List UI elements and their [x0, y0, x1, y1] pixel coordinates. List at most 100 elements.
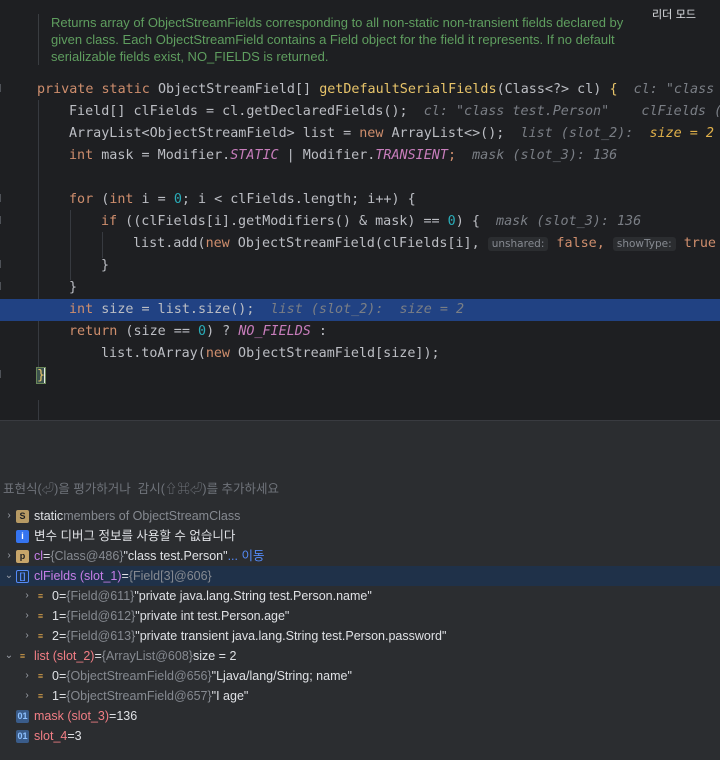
variable-type: {Field@612}: [66, 609, 136, 623]
code-line-if[interactable]: if ((clFields[i].getModifiers() & mask) …: [0, 211, 720, 233]
variable-name: slot_4: [34, 729, 68, 743]
variable-name: clFields (slot_1): [34, 569, 122, 583]
equals-sign: =: [109, 709, 117, 723]
variable-row[interactable]: › ≡ 1 = {Field@612} "private int test.Pers…: [0, 606, 720, 626]
variable-type: {Field@611}: [66, 589, 135, 603]
equals-sign: =: [67, 729, 75, 743]
code-line[interactable]: }: [0, 255, 720, 277]
current-execution-line[interactable]: int size = list.size(); list (slot_2): s…: [0, 299, 720, 321]
variable-value: "private int test.Person.age": [135, 609, 290, 623]
doc-line: Returns array of ObjectStreamFields corr…: [51, 15, 624, 30]
inline-debug-value: list (slot_2): size = 2: [254, 302, 465, 317]
variable-type: {Field[3]@606}: [128, 569, 212, 583]
field-icon: ≡: [37, 631, 44, 641]
variable-row[interactable]: › p cl = {Class@486} "class test.Person" .…: [0, 546, 720, 566]
inline-debug-value: mask (slot_3): 136: [456, 148, 618, 163]
collapse-chevron-icon[interactable]: ⌄: [2, 566, 16, 586]
doc-line: given class. Each ObjectStreamField cont…: [51, 32, 615, 47]
field-icon: ≡: [37, 611, 44, 621]
equals-sign: =: [121, 569, 129, 583]
javadoc-comment: Returns array of ObjectStreamFields corr…: [38, 14, 678, 65]
field-icon: ≡: [37, 671, 44, 681]
code-line[interactable]: }: [0, 277, 720, 299]
variable-row[interactable]: › ≡ 2 = {Field@613} "private transient jav…: [0, 626, 720, 646]
variable-value: "private java.lang.String test.Person.na…: [134, 589, 372, 603]
field-icon: ≡: [37, 691, 44, 701]
variable-type: {ObjectStreamField@656}: [66, 669, 212, 683]
parameter-icon: p: [16, 549, 29, 563]
variable-name: 2: [52, 629, 59, 643]
variable-type: {ArrayList@608}: [101, 649, 193, 663]
variable-value: 3: [74, 729, 82, 743]
code-editor[interactable]: 리더 모드 Returns array of ObjectStreamField…: [0, 0, 720, 420]
variable-row[interactable]: › Sstatic members of ObjectStreamClass: [0, 506, 720, 526]
variable-row[interactable]: ⌄ ≡ list (slot_2) = {ArrayList@608} size =…: [0, 646, 720, 666]
panel-divider[interactable]: [0, 420, 720, 470]
variable-name: mask (slot_3): [34, 709, 110, 723]
variable-name: 0: [52, 589, 59, 603]
variable-name: list (slot_2): [34, 649, 95, 663]
code-line-for[interactable]: for (int i = 0; i < clFields.length; i++…: [0, 189, 720, 211]
code-line[interactable]: list.toArray(new ObjectStreamField[size]…: [0, 343, 720, 365]
variable-name: 변수 디버그 정보를 사용할 수 없습니다: [34, 529, 236, 543]
variable-name: 1: [52, 689, 59, 703]
list-icon: ≡: [19, 651, 26, 661]
text-cursor: [44, 367, 46, 383]
variable-row[interactable]: 01 slot_4 = 3: [0, 726, 720, 746]
expand-chevron-icon[interactable]: ›: [20, 686, 34, 706]
inline-debug-value: cl: "class test.Person" clFields (: [407, 104, 720, 119]
variable-name: static: [34, 509, 64, 523]
doc-line: serializable fields exist, NO_FIELDS is …: [51, 49, 329, 64]
code-line[interactable]: return (size == 0) ? NO_FIELDS :: [0, 321, 720, 343]
navigate-link[interactable]: ... 이동: [228, 546, 265, 566]
variable-value: "private transient java.lang.String test…: [135, 629, 447, 643]
variable-name: 0: [52, 669, 59, 683]
code-line[interactable]: ArrayList<ObjectStreamField> list = new …: [0, 123, 720, 145]
inline-debug-value: list (slot_2):: [504, 126, 634, 141]
expand-chevron-icon[interactable]: ›: [20, 586, 34, 606]
equals-sign: =: [43, 549, 51, 563]
variable-row[interactable]: i 변수 디버그 정보를 사용할 수 없습니다: [0, 526, 720, 546]
expand-chevron-icon[interactable]: ›: [2, 506, 16, 526]
code-line-closing-brace[interactable]: }: [0, 365, 720, 387]
inline-debug-value: cl: "class: [617, 82, 715, 97]
variable-value: "I age": [211, 689, 249, 703]
code-line[interactable]: int mask = Modifier.STATIC | Modifier.TR…: [0, 145, 720, 167]
variable-value: 136: [116, 709, 138, 723]
variable-value: "Ljava/lang/String; name": [211, 669, 352, 683]
variable-value: size = 2: [192, 649, 237, 663]
equals-sign: =: [58, 589, 67, 603]
debugger-variables-panel: ›Sstatic members of ObjectStreamClass i 변수…: [0, 470, 720, 760]
info-icon: i: [16, 529, 29, 543]
static-members-icon: S: [16, 509, 29, 523]
expand-chevron-icon[interactable]: ›: [20, 606, 34, 626]
variable-name: cl: [34, 549, 44, 563]
expand-chevron-icon[interactable]: ›: [2, 546, 16, 566]
method-name[interactable]: getDefaultSerialFields: [319, 82, 496, 97]
variable-row[interactable]: › ≡ 0 = {Field@611} "private java.lang.Str…: [0, 586, 720, 606]
parameter-hint: showType:: [612, 237, 676, 251]
variable-row[interactable]: › ≡ 0 = {ObjectStreamField@656} "Ljava/lan…: [0, 666, 720, 686]
variable-row[interactable]: 01 mask (slot_3) = 136: [0, 706, 720, 726]
variable-row[interactable]: ⌄[] clFields (slot_1) = {Field[3]@606}: [0, 566, 720, 586]
variable-type: {Field@613}: [66, 629, 136, 643]
equals-sign: =: [58, 629, 67, 643]
expand-chevron-icon[interactable]: ›: [20, 626, 34, 646]
indent-guide: [38, 400, 39, 420]
evaluate-expression-input[interactable]: [0, 478, 720, 500]
primitive-icon: 01: [16, 709, 29, 723]
field-icon: ≡: [37, 591, 44, 601]
code-line-method-signature[interactable]: private static ObjectStreamField[] getDe…: [0, 79, 720, 101]
primitive-icon: 01: [16, 729, 29, 743]
variable-row[interactable]: › ≡ 1 = {ObjectStreamField@657} "I age": [0, 686, 720, 706]
variable-name: 1: [52, 609, 59, 623]
code-line[interactable]: Field[] clFields = cl.getDeclaredFields(…: [0, 101, 720, 123]
expand-chevron-icon[interactable]: ›: [20, 666, 34, 686]
array-icon: []: [16, 569, 29, 583]
variable-type: {ObjectStreamField@657}: [66, 689, 212, 703]
collapse-chevron-icon[interactable]: ⌄: [2, 646, 16, 666]
parameter-hint: unshared:: [487, 237, 549, 251]
variable-type: {Class@486}: [50, 549, 124, 563]
equals-sign: =: [58, 609, 67, 623]
code-line[interactable]: list.add(new ObjectStreamField(clFields[…: [0, 233, 720, 255]
